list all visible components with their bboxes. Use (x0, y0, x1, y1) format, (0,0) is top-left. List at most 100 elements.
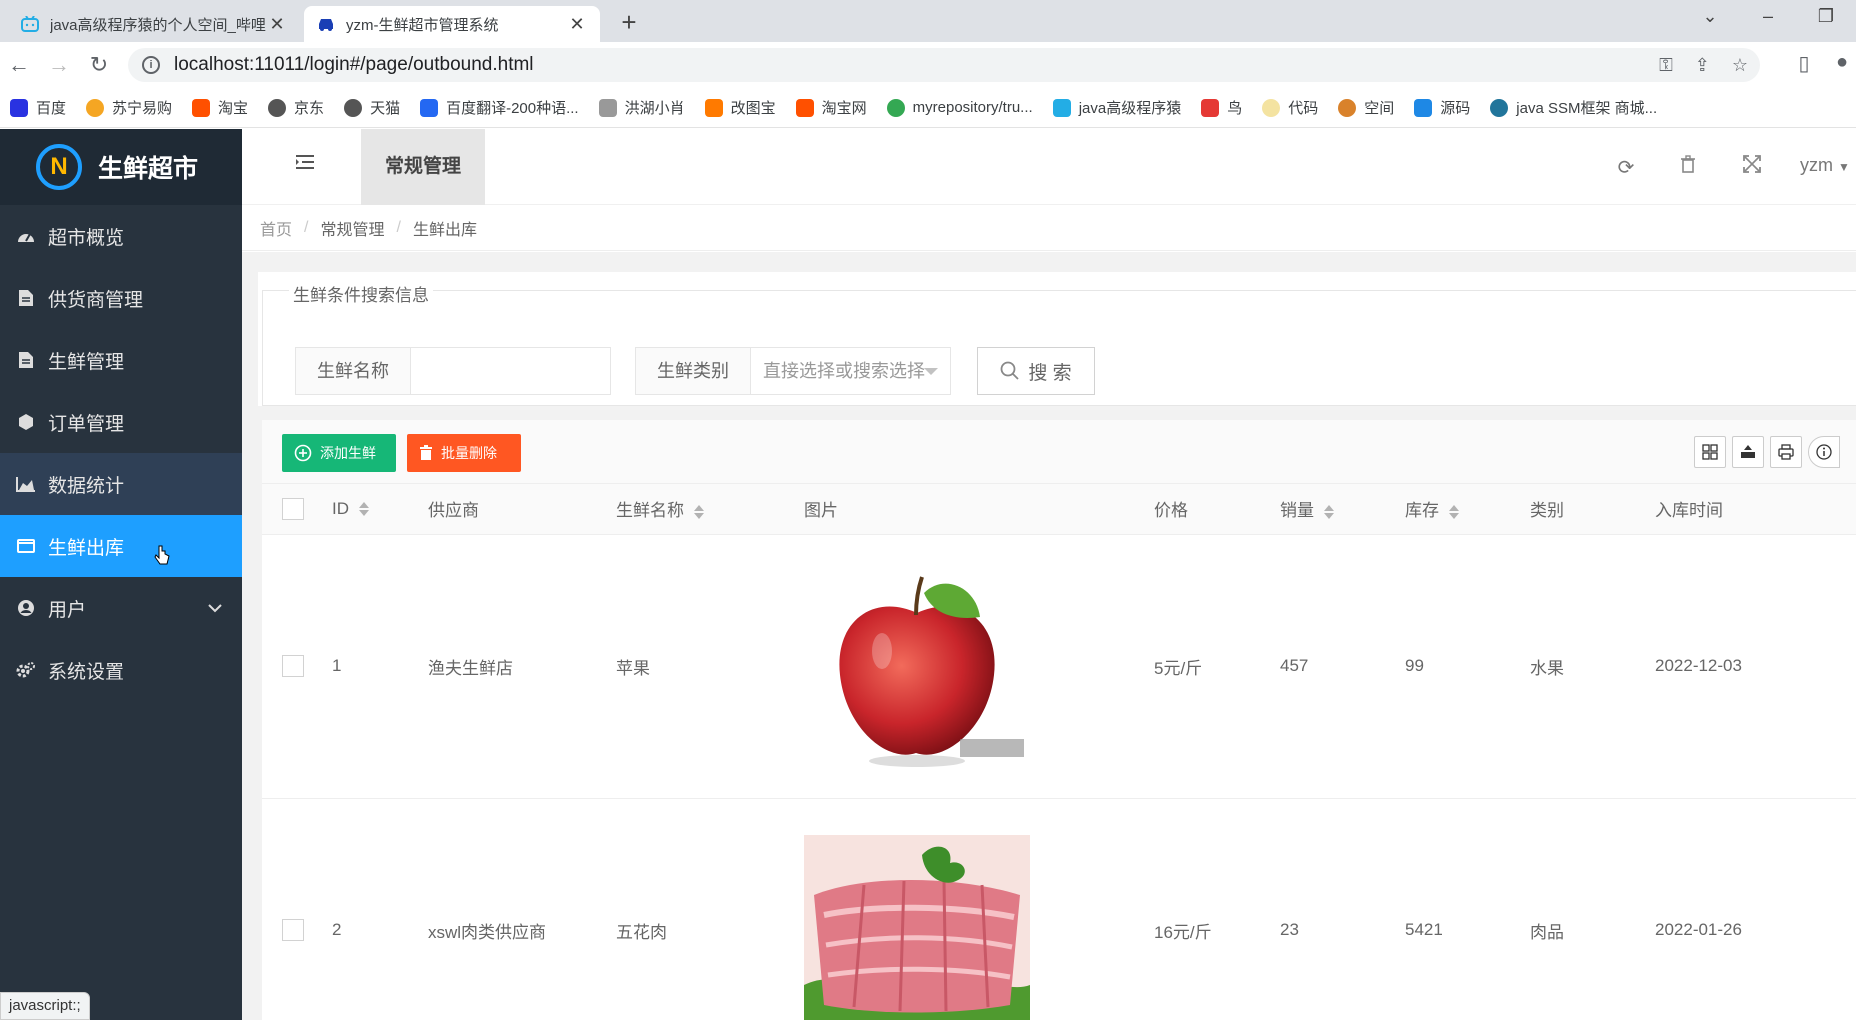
star-icon[interactable]: ☆ (1732, 55, 1748, 76)
tab-search-icon[interactable]: ⌄ (1690, 6, 1730, 27)
print-icon[interactable] (1770, 436, 1802, 468)
search-button[interactable]: 搜 索 (977, 347, 1095, 395)
sort-icon[interactable] (1324, 504, 1334, 520)
bookmark-item[interactable]: myrepository/tru... (886, 98, 1033, 117)
columns-filter-icon[interactable] (1694, 436, 1726, 468)
menu-fold-icon[interactable] (294, 153, 318, 177)
bookmark-item[interactable]: 代码 (1262, 97, 1318, 118)
info-icon[interactable] (1808, 436, 1840, 468)
cell-sales: 23 (1272, 798, 1397, 1020)
site-info-icon[interactable]: i (142, 56, 160, 74)
batch-delete-button[interactable]: 批量删除 (407, 434, 521, 472)
sidebar-item-orders[interactable]: 订单管理 (0, 391, 242, 453)
bookmark-item[interactable]: 空间 (1338, 97, 1394, 118)
add-product-button[interactable]: 添加生鲜 (282, 434, 396, 472)
trash-icon[interactable] (1676, 155, 1700, 179)
app-logo[interactable]: N 生鲜超市 (0, 129, 242, 205)
batch-delete-label: 批量删除 (441, 445, 497, 461)
tab-regular-management[interactable]: 常规管理 (361, 129, 485, 205)
side-panel-icon[interactable]: ▯ (1790, 51, 1818, 79)
bookmark-item[interactable]: 淘宝网 (795, 97, 867, 118)
gaitubao-icon (704, 98, 723, 117)
reload-icon[interactable]: ↻ (84, 50, 114, 80)
category-select[interactable]: 直接选择或搜索选择 (751, 347, 951, 395)
column-header-sales[interactable]: 销量 (1272, 484, 1397, 535)
breadcrumb-item[interactable]: 常规管理 (320, 216, 384, 240)
column-header-id[interactable]: ID (312, 484, 420, 535)
cell-name: 苹果 (608, 534, 796, 799)
cell-image (796, 798, 1146, 1020)
sidebar-item-outbound[interactable]: 生鲜出库 (0, 515, 242, 577)
column-header-name[interactable]: 生鲜名称 (608, 484, 796, 535)
category-placeholder: 直接选择或搜索选择 (763, 361, 925, 381)
close-tab-icon[interactable]: ✕ (266, 14, 288, 35)
new-tab-button[interactable]: + (614, 8, 644, 38)
cell-category: 水果 (1522, 534, 1647, 799)
refresh-icon[interactable]: ⟳ (1614, 155, 1638, 179)
browser-tab-active[interactable]: yzm-生鲜超市管理系统 ✕ (304, 6, 600, 42)
bookmark-item[interactable]: 源码 (1414, 97, 1470, 118)
user-menu[interactable]: yzm ▼ (1800, 155, 1850, 176)
restore-icon[interactable]: ❐ (1806, 6, 1846, 27)
category-label: 生鲜类别 (635, 347, 751, 395)
bookmark-item[interactable]: 淘宝 (192, 97, 248, 118)
search-icon (1000, 361, 1020, 381)
forward-icon[interactable]: → (44, 50, 74, 80)
bookmark-item[interactable]: 苏宁易购 (86, 97, 172, 118)
column-header-stock[interactable]: 库存 (1397, 484, 1522, 535)
sidebar-item-settings[interactable]: 系统设置 (0, 639, 242, 701)
cell-stock: 99 (1397, 534, 1522, 799)
bookmark-item[interactable]: java高级程序猿 (1052, 97, 1181, 118)
bookmark-item[interactable]: 改图宝 (704, 97, 776, 118)
select-all-checkbox[interactable] (282, 497, 304, 520)
products-table: ID 供应商 生鲜名称 图片 价格 销量 库存 类别 入库时间 1 渔夫生鲜店 … (262, 484, 1856, 1020)
globe-icon (344, 98, 363, 117)
sidebar-item-users[interactable]: 用户 (0, 577, 242, 639)
table-row[interactable]: 2 xswl肉类供应商 五花肉 16元/斤 23 5421 肉品 2022-01… (262, 798, 1856, 1020)
column-header-price: 价格 (1146, 484, 1272, 535)
caret-down-icon: ▼ (1838, 160, 1850, 174)
bookmark-item[interactable]: java SSM框架 商城... (1490, 97, 1657, 118)
row-checkbox[interactable] (282, 919, 304, 941)
bookmark-item[interactable]: 京东 (268, 97, 324, 118)
tab-title: java高级程序猿的个人空间_哔哩哔哩 (50, 16, 266, 34)
share-icon[interactable]: ⇪ (1695, 55, 1710, 76)
sidebar-item-suppliers[interactable]: 供货商管理 (0, 267, 242, 329)
product-image-apple[interactable] (804, 571, 1030, 767)
url-field[interactable]: i localhost:11011/login#/page/outbound.h… (128, 48, 1760, 82)
sidebar-item-statistics[interactable]: 数据统计 (0, 453, 242, 515)
bookmark-item[interactable]: 鸟 (1201, 97, 1242, 118)
browser-status-bar: javascript:; (0, 992, 90, 1020)
export-icon[interactable] (1732, 436, 1764, 468)
back-icon[interactable]: ← (4, 50, 34, 80)
breadcrumb-home[interactable]: 首页 (260, 216, 292, 240)
data-table-panel: 添加生鲜 批量删除 ID 供应商 生鲜名称 图片 价格 销量 库存 类别 入库时… (262, 420, 1856, 1020)
bookmark-item[interactable]: 天猫 (344, 97, 400, 118)
bookmark-item[interactable]: 洪湖小肖 (598, 97, 685, 118)
bookmark-item[interactable]: 百度 (10, 97, 66, 118)
name-input[interactable] (411, 347, 611, 395)
profile-icon[interactable]: ● (1828, 51, 1856, 79)
sort-icon[interactable] (694, 504, 704, 520)
cell-supplier: 渔夫生鲜店 (420, 534, 608, 799)
column-header-category: 类别 (1522, 484, 1647, 535)
browser-tab-bilibili[interactable]: java高级程序猿的个人空间_哔哩哔哩 ✕ (8, 6, 300, 42)
sidebar-item-products[interactable]: 生鲜管理 (0, 329, 242, 391)
chevron-down-icon (208, 597, 222, 619)
sidebar-item-label: 系统设置 (48, 661, 125, 683)
bookmarks-bar: 百度 苏宁易购 淘宝 京东 天猫 百度翻译-200种语... 洪湖小肖 改图宝 … (0, 88, 1856, 128)
fullscreen-icon[interactable] (1740, 155, 1764, 179)
sort-icon[interactable] (359, 501, 369, 517)
close-tab-icon[interactable]: ✕ (566, 14, 588, 35)
bookmark-item[interactable]: 百度翻译-200种语... (420, 97, 579, 118)
row-checkbox[interactable] (282, 655, 304, 677)
product-image-pork[interactable] (804, 835, 1030, 1020)
source-icon (1414, 98, 1433, 117)
mouse-cursor-icon (154, 545, 170, 573)
add-product-label: 添加生鲜 (320, 445, 376, 461)
table-row[interactable]: 1 渔夫生鲜店 苹果 5元/斤 457 99 水果 2022-12-03 (262, 534, 1856, 799)
sort-icon[interactable] (1449, 504, 1459, 520)
key-icon[interactable]: ⚿ (1659, 55, 1673, 76)
sidebar-item-overview[interactable]: 超市概览 (0, 205, 242, 267)
minimize-icon[interactable]: – (1748, 6, 1788, 27)
